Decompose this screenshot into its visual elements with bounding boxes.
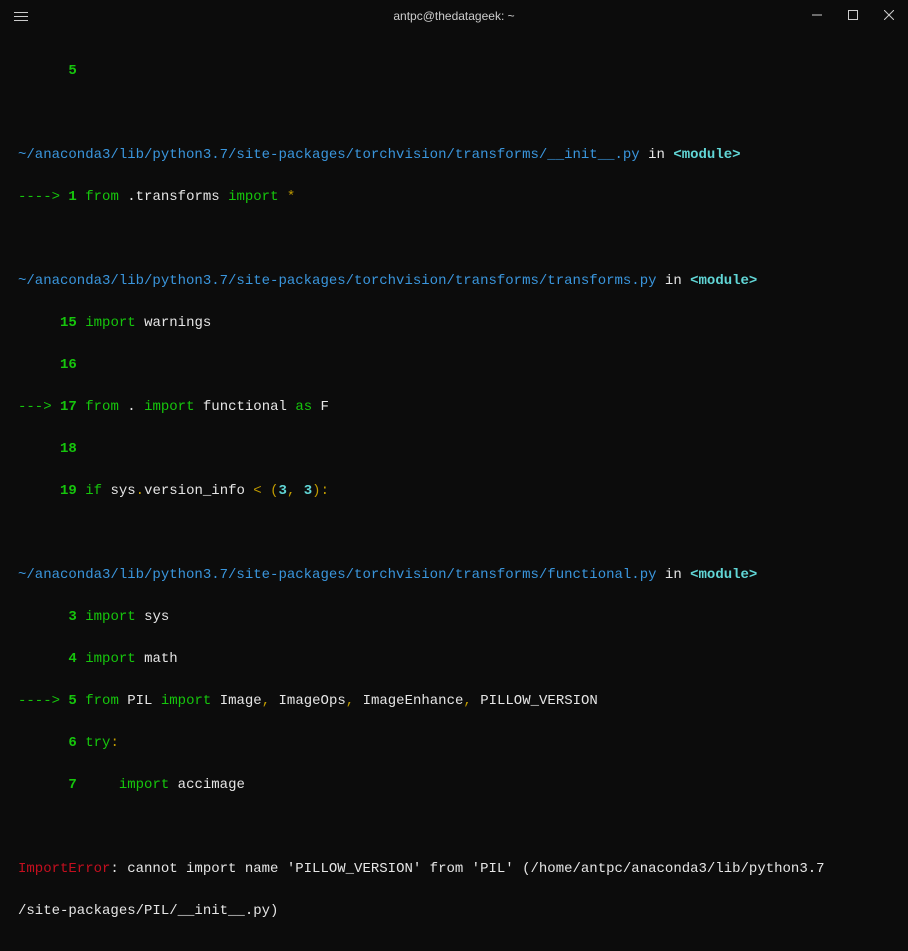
error-line: ImportError: cannot import name 'PILLOW_… (18, 859, 890, 880)
close-button[interactable] (884, 10, 894, 23)
minimize-button[interactable] (812, 10, 822, 23)
code-line: ---> 17 from . import functional as F (18, 397, 890, 418)
code-line: ----> 5 from PIL import Image, ImageOps,… (18, 691, 890, 712)
code-line: 7 import accimage (18, 775, 890, 796)
code-line: 6 try: (18, 733, 890, 754)
code-line: 15 import warnings (18, 313, 890, 334)
blank-line (18, 103, 890, 124)
code-line: ----> 1 from .transforms import * (18, 187, 890, 208)
line: 5 (18, 61, 890, 82)
code-line: 18 (18, 439, 890, 460)
blank-line (18, 817, 890, 838)
blank-line (18, 229, 890, 250)
traceback-frame-header: ~/anaconda3/lib/python3.7/site-packages/… (18, 271, 890, 292)
code-line: 3 import sys (18, 607, 890, 628)
menu-icon[interactable] (14, 12, 28, 21)
code-line: 16 (18, 355, 890, 376)
titlebar: antpc@thedatageek: ~ (0, 0, 908, 32)
error-line: /site-packages/PIL/__init__.py) (18, 901, 890, 922)
terminal-output[interactable]: 5 ~/anaconda3/lib/python3.7/site-package… (0, 32, 908, 951)
traceback-frame-header: ~/anaconda3/lib/python3.7/site-packages/… (18, 145, 890, 166)
blank-line (18, 523, 890, 544)
traceback-frame-header: ~/anaconda3/lib/python3.7/site-packages/… (18, 565, 890, 586)
window-title: antpc@thedatageek: ~ (393, 9, 514, 23)
code-line: 19 if sys.version_info < (3, 3): (18, 481, 890, 502)
maximize-button[interactable] (848, 10, 858, 23)
code-line: 4 import math (18, 649, 890, 670)
